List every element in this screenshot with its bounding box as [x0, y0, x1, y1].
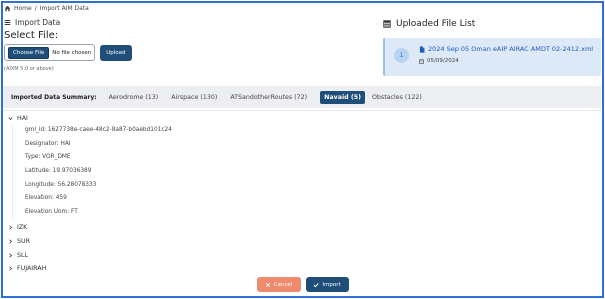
tree-node-header[interactable]: HAI — [8, 113, 598, 123]
navaid-tree: HAI gml_id: 1627738e-caee-48c2-8a87-b0ae… — [3, 110, 601, 272]
no-file-text: No file chosen — [52, 49, 92, 56]
import-button[interactable]: Import — [305, 277, 349, 292]
uploaded-file-card[interactable]: 1 2024 Sep 05 Oman eAIP AIRAC AMDT 02-24… — [383, 38, 601, 76]
uploaded-panel: Uploaded File List 1 2024 Sep 05 Oman eA… — [383, 17, 601, 76]
tab-ats-routes[interactable]: ATSandotherRoutes (72) — [230, 94, 307, 101]
tree-node-title[interactable]: HAI — [17, 115, 28, 122]
import-panel: Import Data Select File: Choose File No … — [4, 16, 374, 72]
format-hint: (AIXM 5.0 or above) — [4, 66, 54, 72]
uploaded-file-date: 05/09/2024 — [427, 58, 459, 64]
tree-node-label[interactable]: FUJAIRAH — [17, 265, 46, 272]
list-icon — [4, 19, 11, 25]
breadcrumb-home[interactable]: Home — [14, 5, 32, 12]
chevron-right-icon[interactable] — [8, 253, 13, 258]
chevron-right-icon[interactable] — [8, 239, 13, 244]
uploaded-title-text: Uploaded File List — [396, 19, 476, 29]
action-footer: Cancel Import — [0, 277, 605, 294]
check-icon — [313, 282, 319, 287]
collapsed-node-list: IZK SUR SLL FUJAIRAH — [8, 221, 46, 276]
document-icon — [419, 45, 425, 53]
tree-node-label[interactable]: SUR — [17, 238, 30, 245]
property-latitude: Latitude: 19.97036389 — [25, 168, 92, 175]
calendar-icon — [419, 58, 424, 64]
home-icon[interactable] — [4, 5, 11, 12]
tree-node-label[interactable]: SLL — [17, 252, 28, 259]
tab-navaid[interactable]: Navaid (5) — [320, 90, 365, 104]
select-file-label: Select File: — [4, 30, 59, 41]
tree-node-hai: HAI gml_id: 1627738e-caee-48c2-8a87-b0ae… — [8, 113, 598, 220]
tree-node-properties: gml_id: 1627738e-caee-48c2-8a87-b0aebd10… — [12, 124, 598, 220]
summary-label: Imported Data Summary: — [11, 93, 97, 101]
chevron-right-icon[interactable] — [8, 266, 13, 271]
property-designator: Designator: HAI — [25, 140, 71, 147]
uploaded-file-name[interactable]: 2024 Sep 05 Oman eAIP AIRAC AMDT 02-2412… — [428, 45, 593, 53]
breadcrumb: Home / Import AIM Data — [4, 2, 89, 14]
property-type: Type: VOR_DME — [25, 154, 71, 161]
tree-node-fujairah[interactable]: FUJAIRAH — [8, 262, 46, 276]
tree-node-izk[interactable]: IZK — [8, 221, 46, 235]
property-longitude: Longitude: 56.28078333 — [25, 181, 97, 188]
tab-aerodrome[interactable]: Aerodrome (13) — [109, 94, 159, 101]
choose-file-button[interactable]: Choose File — [8, 46, 50, 59]
cancel-button-label[interactable]: Cancel — [274, 282, 293, 288]
upload-button[interactable]: Upload — [100, 44, 132, 61]
import-button-label[interactable]: Import — [322, 282, 340, 288]
file-index-badge: 1 — [394, 48, 409, 63]
tree-node-sll[interactable]: SLL — [8, 248, 46, 262]
close-icon — [265, 282, 270, 287]
upload-row: Choose File No file chosen Upload — [4, 44, 374, 61]
tab-airspace[interactable]: Airspace (130) — [171, 94, 217, 101]
breadcrumb-separator: / — [34, 4, 37, 12]
tree-node-label[interactable]: IZK — [17, 224, 27, 231]
file-input[interactable]: Choose File No file chosen — [4, 44, 96, 61]
property-elevation-uom: Elevation Uom: FT — [25, 209, 78, 216]
tab-obstacles[interactable]: Obstacles (122) — [372, 94, 422, 101]
cancel-button[interactable]: Cancel — [256, 277, 301, 292]
breadcrumb-current: Import AIM Data — [39, 4, 89, 12]
uploaded-file-link[interactable]: 2024 Sep 05 Oman eAIP AIRAC AMDT 02-2412… — [419, 45, 593, 53]
property-gml-id: gml_id: 1627738e-caee-48c2-8a87-b0aebd10… — [25, 127, 172, 133]
uploaded-title: Uploaded File List — [383, 17, 601, 31]
import-title-text: Import Data — [15, 17, 61, 27]
uploaded-file-date-row: 05/09/2024 — [419, 58, 459, 64]
import-title: Import Data — [4, 16, 374, 28]
calendar-grid-icon — [383, 20, 391, 28]
chevron-down-icon[interactable] — [8, 116, 13, 121]
chevron-right-icon[interactable] — [8, 225, 13, 230]
tree-node-sur[interactable]: SUR — [8, 235, 46, 249]
imported-summary-bar: Imported Data Summary: Aerodrome (13) Ai… — [3, 86, 601, 108]
property-elevation: Elevation: 459 — [25, 195, 67, 202]
